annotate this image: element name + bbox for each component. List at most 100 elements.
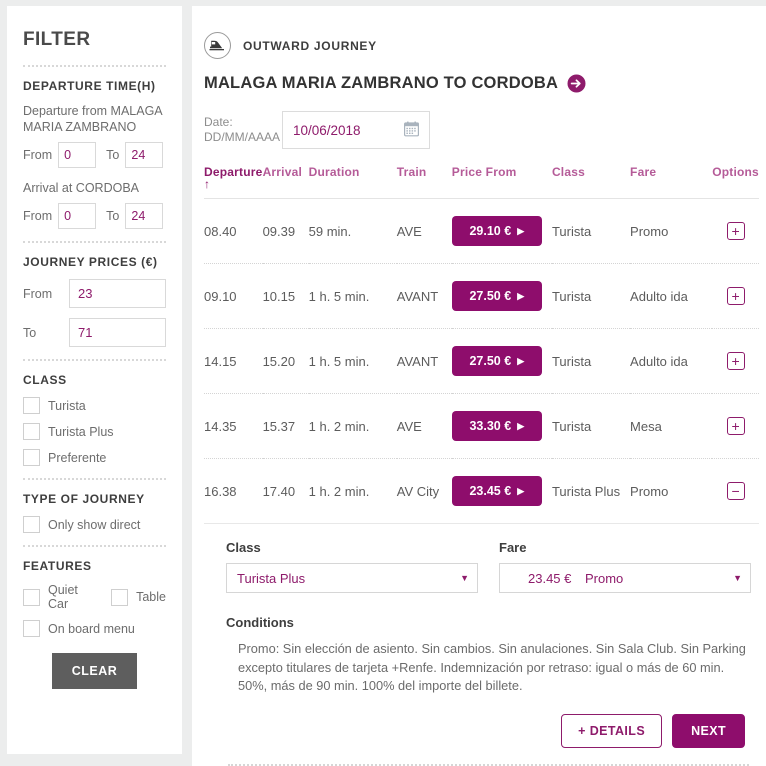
departure-station-label: Departure from MALAGA MARIA ZAMBRANO — [23, 104, 162, 134]
calendar-icon[interactable] — [404, 121, 420, 140]
on-board-menu-option[interactable]: On board menu — [23, 620, 166, 637]
app-root: FILTER DEPARTURE TIME(H) Departure from … — [0, 0, 766, 766]
price-button[interactable]: 33.30 € ▶ — [451, 411, 542, 441]
price-to-input[interactable] — [69, 318, 166, 347]
arrival-to-input[interactable] — [125, 203, 164, 229]
cell-options: + — [712, 328, 759, 394]
checkbox-icon[interactable] — [23, 397, 40, 414]
expand-row-icon[interactable]: + — [726, 417, 745, 435]
next-button[interactable]: NEXT — [672, 713, 745, 748]
class-select-value: Turista Plus — [237, 570, 306, 586]
cell-departure: 14.35 — [204, 393, 263, 459]
checkbox-icon[interactable] — [23, 620, 40, 637]
class-option-turista-plus[interactable]: Turista Plus — [23, 423, 166, 440]
table-header-row: Departure ↑ Arrival Duration Train Price… — [204, 165, 759, 199]
departure-from-label: From — [23, 148, 53, 162]
cell-class: Turista — [551, 263, 631, 329]
cell-options: − — [712, 458, 759, 524]
price-button[interactable]: 27.50 € ▶ — [451, 281, 542, 311]
expand-row-icon[interactable]: + — [726, 287, 745, 305]
cell-duration: 1 h. 5 min. — [308, 263, 397, 329]
cell-duration: 1 h. 2 min. — [308, 458, 397, 524]
price-button[interactable]: 23.45 € ▶ — [451, 476, 542, 506]
column-header-class[interactable]: Class — [552, 165, 630, 199]
column-header-arrival[interactable]: Arrival — [263, 165, 309, 199]
date-label: Date: DD/MM/AAAA — [204, 115, 282, 145]
date-label-line2: DD/MM/AAAA — [204, 130, 281, 144]
price-to-row: To — [23, 318, 166, 347]
class-option-turista[interactable]: Turista — [23, 397, 166, 414]
cell-departure: 09.10 — [204, 263, 263, 329]
price-from-input[interactable] — [69, 279, 166, 308]
divider — [228, 763, 749, 766]
date-input[interactable]: 10/06/2018 — [282, 111, 430, 149]
column-header-price-from[interactable]: Price From — [452, 165, 552, 199]
fare-select-name: Promo — [585, 570, 624, 586]
expand-row-icon[interactable]: + — [726, 222, 745, 240]
arrival-from-input[interactable] — [58, 203, 97, 229]
collapse-row-icon[interactable]: − — [726, 482, 745, 500]
cell-fare: Promo — [630, 198, 713, 264]
quiet-car-label: Quiet Car — [48, 583, 78, 611]
filter-title: FILTER — [23, 29, 91, 50]
class-option-preferente[interactable]: Preferente — [23, 449, 166, 466]
divider — [23, 65, 166, 67]
column-header-train[interactable]: Train — [397, 165, 452, 199]
cell-class: Turista Plus — [551, 458, 631, 524]
column-header-departure[interactable]: Departure ↑ — [204, 165, 263, 199]
arrival-from-label: From — [23, 209, 53, 223]
cell-train: AVE — [396, 393, 452, 459]
departure-from-input[interactable] — [58, 142, 97, 168]
arrow-right-circle-icon[interactable] — [567, 74, 586, 93]
price-button[interactable]: 29.10 € ▶ — [451, 216, 542, 246]
checkbox-icon[interactable] — [23, 588, 40, 606]
cell-arrival: 17.40 — [262, 458, 309, 524]
arrival-station-label: Arrival at CORDOBA — [23, 181, 139, 195]
type-of-journey-heading: TYPE OF JOURNEY — [23, 492, 145, 506]
checkbox-icon[interactable] — [23, 449, 40, 466]
column-header-duration[interactable]: Duration — [309, 165, 397, 199]
cell-departure: 16.38 — [204, 458, 263, 524]
checkbox-icon[interactable] — [111, 588, 129, 606]
expand-row-icon[interactable]: + — [726, 352, 745, 370]
cell-price: 27.50 € ▶ — [451, 263, 552, 329]
column-header-fare[interactable]: Fare — [630, 165, 712, 199]
results-table-body: 08.40 09.39 59 min. AVE 29.10 € ▶ Turist… — [204, 198, 759, 524]
price-from-row: From — [23, 279, 166, 308]
checkbox-icon[interactable] — [23, 423, 40, 440]
divider — [23, 478, 166, 480]
table-row[interactable]: 14.15 15.20 1 h. 5 min. AVANT 27.50 € ▶ … — [204, 328, 759, 394]
only-show-direct-option[interactable]: Only show direct — [23, 516, 166, 533]
train-icon — [204, 32, 231, 59]
table-row[interactable]: 14.35 15.37 1 h. 2 min. AVE 33.30 € ▶ Tu… — [204, 393, 759, 459]
caret-right-icon: ▶ — [517, 225, 525, 236]
date-row: Date: DD/MM/AAAA 10/06/2018 — [204, 111, 759, 149]
table-row[interactable]: 16.38 17.40 1 h. 2 min. AV City 23.45 € … — [204, 458, 759, 524]
fare-field-block: Fare 23.45 € Promo ▼ — [499, 540, 751, 593]
cell-arrival: 09.39 — [262, 198, 309, 264]
departure-to-input[interactable] — [125, 142, 164, 168]
details-button[interactable]: + DETAILS — [561, 713, 663, 748]
cell-fare: Mesa — [630, 393, 713, 459]
price-button[interactable]: 27.50 € ▶ — [451, 346, 542, 376]
journey-prices-heading: JOURNEY PRICES (€) — [23, 255, 158, 269]
row-detail-panel: Class Turista Plus ▼ Fare 23.45 € Promo … — [204, 524, 759, 766]
fare-select[interactable]: 23.45 € Promo ▼ — [499, 563, 751, 593]
cell-arrival: 10.15 — [262, 263, 309, 329]
cell-price: 23.45 € ▶ — [451, 458, 552, 524]
sort-ascending-icon[interactable]: ↑ — [204, 178, 263, 190]
class-option-label: Preferente — [48, 450, 107, 465]
departure-time-heading: DEPARTURE TIME(H) — [23, 79, 156, 93]
cell-departure: 14.15 — [204, 328, 263, 394]
table-row[interactable]: 08.40 09.39 59 min. AVE 29.10 € ▶ Turist… — [204, 198, 759, 264]
class-select[interactable]: Turista Plus ▼ — [226, 563, 478, 593]
price-from-label: From — [23, 286, 53, 301]
checkbox-icon[interactable] — [23, 516, 40, 533]
date-label-line1: Date: — [204, 115, 233, 129]
results-table-header: Departure ↑ Arrival Duration Train Price… — [204, 165, 759, 199]
cell-train: AV City — [396, 458, 452, 524]
clear-button[interactable]: CLEAR — [51, 653, 138, 689]
cell-duration: 1 h. 2 min. — [308, 393, 397, 459]
class-heading: CLASS — [23, 373, 67, 387]
table-row[interactable]: 09.10 10.15 1 h. 5 min. AVANT 27.50 € ▶ … — [204, 263, 759, 329]
